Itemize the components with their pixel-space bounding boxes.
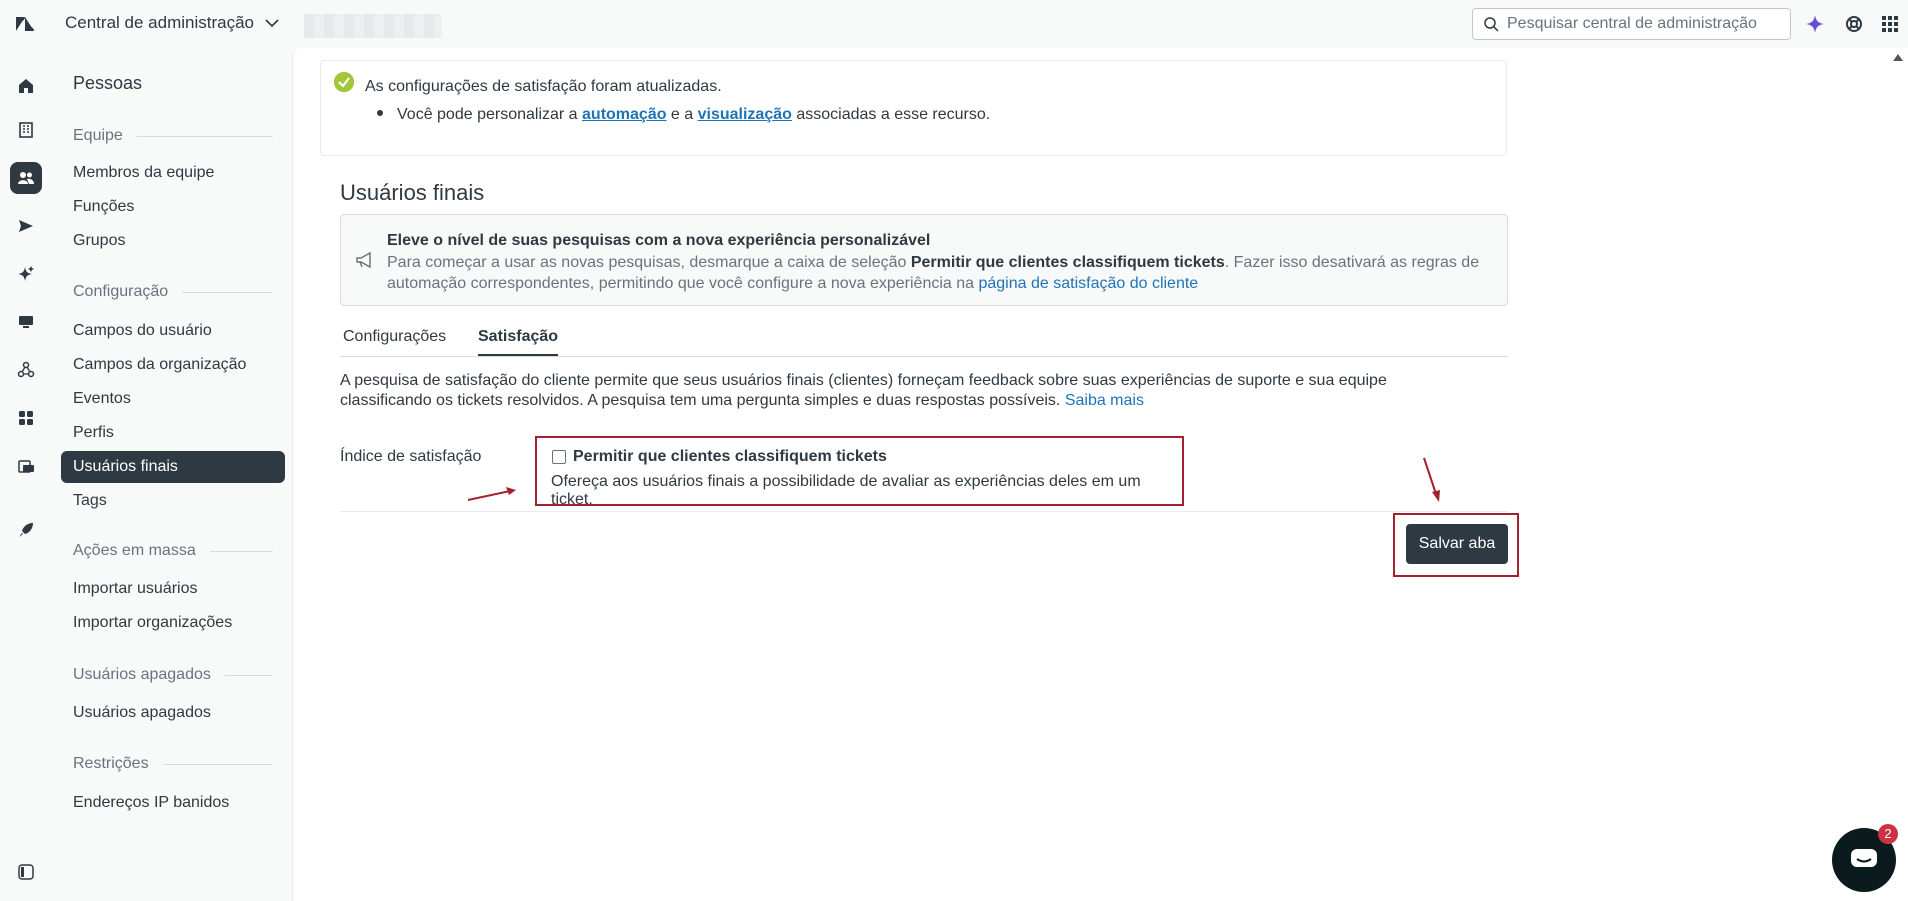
people-icon[interactable]: [10, 162, 42, 194]
view-link[interactable]: visualização: [698, 106, 792, 123]
scrollbar[interactable]: [1888, 48, 1908, 901]
billing-icon[interactable]: [10, 450, 42, 482]
scroll-up-arrow-icon[interactable]: [1893, 54, 1903, 61]
account-building-icon[interactable]: [10, 114, 42, 146]
chat-bubble-icon: [1851, 849, 1877, 867]
promo-title: Eleve o nível de suas pesquisas com a no…: [387, 232, 931, 249]
people-sidebar: Pessoas Equipe Membros da equipe Funções…: [52, 48, 292, 901]
success-alert: As configurações de satisfação foram atu…: [320, 60, 1507, 156]
collapse-sidebar-icon[interactable]: [10, 856, 42, 888]
megaphone-icon: [356, 251, 371, 269]
product-switcher[interactable]: Central de administração: [65, 13, 280, 33]
section-divider: [340, 511, 1508, 512]
sidebar-item-usuarios-apagados[interactable]: Usuários apagados: [73, 704, 211, 722]
section-acoes-em-massa: Ações em massa: [73, 542, 273, 560]
alert-bullet: Você pode personalizar a automação e a v…: [377, 106, 990, 124]
nav-rail: [0, 48, 52, 901]
product-tray-icon[interactable]: [1879, 13, 1901, 35]
sidebar-item-perfis[interactable]: Perfis: [73, 424, 114, 442]
satisfaction-index-label: Índice de satisfação: [340, 448, 482, 465]
home-icon[interactable]: [10, 70, 42, 102]
success-check-icon: [334, 72, 354, 92]
satisfaction-checkbox-highlight: Permitir que clientes classifiquem ticke…: [535, 436, 1184, 508]
sidebar-item-tags[interactable]: Tags: [73, 492, 107, 510]
allow-rating-label[interactable]: Permitir que clientes classifiquem ticke…: [573, 448, 887, 466]
sidebar-item-eventos[interactable]: Eventos: [73, 390, 131, 408]
allow-rating-checkbox[interactable]: [552, 450, 566, 464]
promo-body: Para começar a usar as novas pesquisas, …: [387, 254, 1480, 292]
sidebar-title: Pessoas: [73, 73, 143, 93]
help-lifebuoy-icon[interactable]: [1843, 13, 1865, 35]
tab-satisfacao[interactable]: Satisfação: [478, 328, 559, 356]
sidebar-item-usuarios-finais[interactable]: Usuários finais: [61, 451, 285, 483]
promo-banner: Eleve o nível de suas pesquisas com a no…: [340, 214, 1508, 306]
sidebar-item-importar-usuarios[interactable]: Importar usuários: [73, 580, 198, 598]
workspaces-icon[interactable]: [10, 306, 42, 338]
automation-link[interactable]: automação: [582, 106, 666, 123]
sidebar-item-grupos[interactable]: Grupos: [73, 232, 125, 250]
sidebar-item-campos-do-usuario[interactable]: Campos do usuário: [73, 322, 212, 340]
sidebar-item-importar-organizacoes[interactable]: Importar organizações: [73, 614, 232, 632]
section-restricoes: Restrições: [73, 755, 273, 773]
objects-rules-icon[interactable]: [10, 354, 42, 386]
product-name: Central de administração: [65, 13, 254, 32]
section-usuarios-apagados: Usuários apagados: [73, 666, 273, 684]
tab-configuracoes[interactable]: Configurações: [343, 328, 446, 354]
rocket-icon[interactable]: [10, 514, 42, 546]
search-input[interactable]: [1507, 15, 1777, 33]
section-equipe: Equipe: [73, 127, 273, 145]
allow-rating-hint: Ofereça aos usuários finais a possibilid…: [551, 473, 1141, 508]
redacted-account-name: [304, 14, 442, 38]
sidebar-item-campos-da-organizacao[interactable]: Campos da organização: [73, 356, 246, 374]
chevron-down-icon: [265, 19, 279, 28]
top-bar: Central de administração: [0, 0, 1908, 48]
search-box[interactable]: [1472, 8, 1791, 40]
ai-sparkle-nav-icon[interactable]: [10, 258, 42, 290]
annotation-arrow-left: [467, 487, 516, 501]
sidebar-item-enderecos-ip-banidos[interactable]: Endereços IP banidos: [73, 794, 229, 812]
save-button-highlight: Salvar aba: [1393, 513, 1519, 577]
sidebar-item-membros-da-equipe[interactable]: Membros da equipe: [73, 164, 214, 182]
search-icon: [1484, 17, 1499, 32]
page-title: Usuários finais: [340, 180, 485, 205]
section-configuracao: Configuração: [73, 283, 273, 301]
customer-satisfaction-page-link[interactable]: página de satisfação do cliente: [978, 275, 1198, 292]
zendesk-logo-icon[interactable]: [14, 13, 36, 35]
channels-send-icon[interactable]: [10, 210, 42, 242]
learn-more-link[interactable]: Saiba mais: [1065, 392, 1144, 409]
tabs: Configurações Satisfação: [340, 320, 1508, 357]
ai-sparkle-icon[interactable]: [1804, 13, 1826, 35]
sidebar-item-funcoes[interactable]: Funções: [73, 198, 134, 216]
satisfaction-description: A pesquisa de satisfação do cliente perm…: [340, 372, 1387, 409]
save-tab-button[interactable]: Salvar aba: [1406, 524, 1508, 564]
chat-unread-badge: 2: [1878, 824, 1898, 844]
annotation-arrow-down: [1423, 457, 1440, 502]
apps-integrations-icon[interactable]: [10, 402, 42, 434]
alert-title: As configurações de satisfação foram atu…: [365, 78, 722, 95]
